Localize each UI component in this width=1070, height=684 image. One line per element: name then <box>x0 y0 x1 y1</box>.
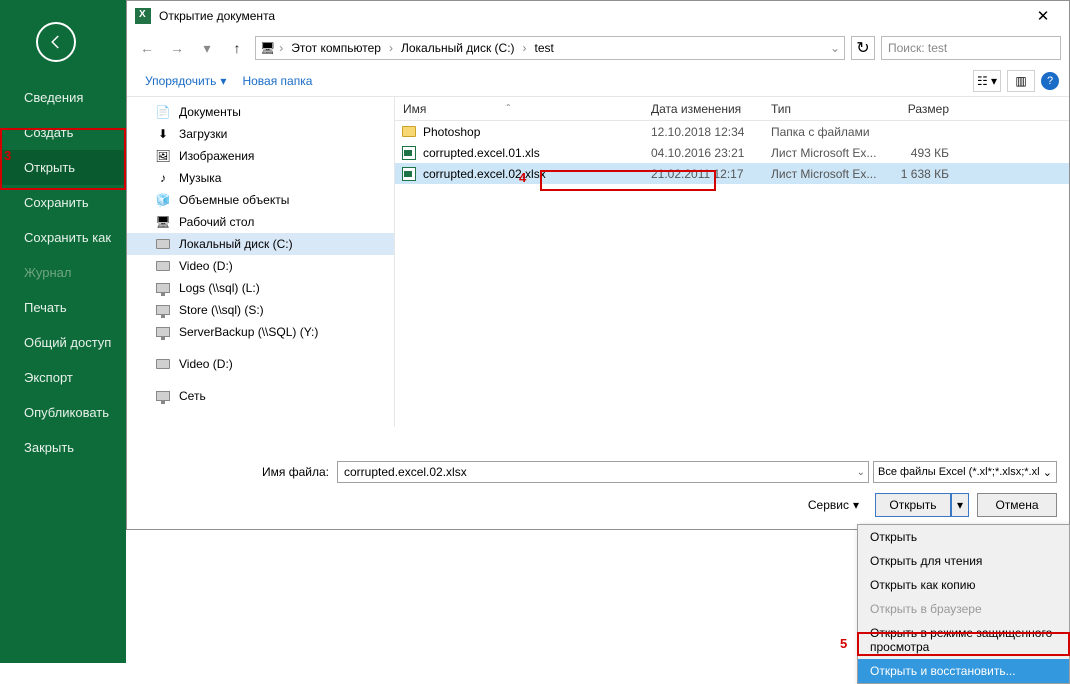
tree-item[interactable]: ⬇Загрузки <box>127 123 394 145</box>
open-dropdown-menu: ОткрытьОткрыть для чтенияОткрыть как коп… <box>857 524 1070 684</box>
tree-item[interactable]: Video (D:) <box>127 255 394 277</box>
tree-item[interactable]: ServerBackup (\\SQL) (Y:) <box>127 321 394 343</box>
refresh-button[interactable]: ↻ <box>851 36 875 60</box>
backstage-item: Журнал <box>0 255 126 290</box>
open-file-dialog: Открытие документа ✕ ← → ▾ ↑ 🖥 › Этот ко… <box>126 0 1070 530</box>
view-mode-button[interactable]: ☷ ▾ <box>973 70 1001 92</box>
backstage-item[interactable]: Сохранить как <box>0 220 126 255</box>
backstage-item[interactable]: Закрыть <box>0 430 126 465</box>
col-date-header[interactable]: Дата изменения <box>643 102 763 116</box>
music-icon: ♪ <box>155 170 171 186</box>
dropdown-item: Открыть в браузере <box>858 597 1069 621</box>
open-button[interactable]: Открыть <box>875 493 951 517</box>
open-split-button[interactable]: ▾ <box>951 493 969 517</box>
backstage-item[interactable]: Создать <box>0 115 126 150</box>
dialog-title: Открытие документа <box>159 9 275 23</box>
img-icon: 🖼 <box>155 148 171 164</box>
folder-icon <box>401 124 417 140</box>
backstage-item[interactable]: Открыть <box>0 150 126 185</box>
folder-tree[interactable]: 📄Документы⬇Загрузки🖼Изображения♪Музыка🧊О… <box>127 97 395 427</box>
backstage-item[interactable]: Сохранить <box>0 185 126 220</box>
drive-icon <box>155 258 171 274</box>
breadcrumb-seg[interactable]: Этот компьютер <box>287 39 385 57</box>
dialog-titlebar: Открытие документа ✕ <box>127 1 1069 31</box>
desk-icon: 🖥 <box>155 214 171 230</box>
net-icon <box>155 280 171 296</box>
tree-item[interactable]: Store (\\sql) (S:) <box>127 299 394 321</box>
nav-back-button[interactable]: ← <box>135 36 159 60</box>
col-size-header[interactable]: Размер <box>881 102 957 116</box>
preview-pane-button[interactable]: ▥ <box>1007 70 1035 92</box>
breadcrumb-seg[interactable]: Локальный диск (C:) <box>397 39 519 57</box>
chevron-down-icon: ▾ <box>220 74 226 88</box>
dropdown-item[interactable]: Открыть <box>858 525 1069 549</box>
annotation-number-3: 3 <box>4 148 11 163</box>
chevron-down-icon: ▾ <box>853 498 859 512</box>
backstage-item[interactable]: Общий доступ <box>0 325 126 360</box>
col-type-header[interactable]: Тип <box>763 102 881 116</box>
close-button[interactable]: ✕ <box>1023 2 1063 30</box>
tree-item[interactable]: ♪Музыка <box>127 167 394 189</box>
tree-item[interactable]: 🖥Рабочий стол <box>127 211 394 233</box>
backstage-item[interactable]: Опубликовать <box>0 395 126 430</box>
net-icon <box>155 388 171 404</box>
docs-icon: 📄 <box>155 104 171 120</box>
organize-button[interactable]: Упорядочить▾ <box>137 70 234 92</box>
cancel-button[interactable]: Отмена <box>977 493 1057 517</box>
breadcrumb-bar[interactable]: 🖥 › Этот компьютер › Локальный диск (C:)… <box>255 36 845 60</box>
down-icon: ⬇ <box>155 126 171 142</box>
sort-indicator-icon: ˆ <box>506 102 510 116</box>
breadcrumb-dropdown-icon[interactable]: ⌄ <box>830 41 840 55</box>
file-list: Photoshop12.10.2018 12:34Папка с файлами… <box>395 121 1069 184</box>
nav-up-button[interactable]: ↑ <box>225 36 249 60</box>
col-name-header[interactable]: Имя <box>403 102 426 116</box>
chevron-right-icon: › <box>387 41 395 55</box>
tools-button[interactable]: Сервис▾ <box>800 494 867 516</box>
chevron-down-icon: ⌄ <box>1043 466 1052 479</box>
annotation-number-4: 4 <box>519 170 526 185</box>
dropdown-item[interactable]: Открыть как копию <box>858 573 1069 597</box>
tree-item[interactable]: Video (D:) <box>127 353 394 375</box>
file-row[interactable]: corrupted.excel.01.xls04.10.2016 23:21Ли… <box>395 142 1069 163</box>
filename-input[interactable] <box>337 461 869 483</box>
tree-item[interactable]: Локальный диск (C:) <box>127 233 394 255</box>
nav-forward-button[interactable]: → <box>165 36 189 60</box>
new-folder-button[interactable]: Новая папка <box>234 70 320 92</box>
breadcrumb-root-icon: 🖥 <box>260 41 275 55</box>
xls-icon <box>401 145 417 161</box>
file-row[interactable]: Photoshop12.10.2018 12:34Папка с файлами <box>395 121 1069 142</box>
drive-icon <box>155 356 171 372</box>
backstage-item[interactable]: Печать <box>0 290 126 325</box>
tree-item[interactable]: 🧊Объемные объекты <box>127 189 394 211</box>
breadcrumb-seg[interactable]: test <box>531 39 558 57</box>
filetype-select[interactable]: Все файлы Excel (*.xl*;*.xlsx;*.xl⌄ <box>873 461 1057 483</box>
3d-icon: 🧊 <box>155 192 171 208</box>
chevron-right-icon: › <box>521 41 529 55</box>
back-button[interactable] <box>36 22 76 62</box>
tree-item[interactable]: 📄Документы <box>127 101 394 123</box>
net-icon <box>155 302 171 318</box>
filename-label: Имя файла: <box>139 465 329 479</box>
dropdown-item[interactable]: Открыть для чтения <box>858 549 1069 573</box>
backstage-item[interactable]: Экспорт <box>0 360 126 395</box>
backstage-item[interactable]: Сведения <box>0 80 126 115</box>
excel-backstage-sidebar: СведенияСоздатьОткрытьСохранитьСохранить… <box>0 0 126 663</box>
file-row[interactable]: corrupted.excel.02.xlsx21.02.2011 12:17Л… <box>395 163 1069 184</box>
xls-icon <box>401 166 417 182</box>
tree-item[interactable]: Logs (\\sql) (L:) <box>127 277 394 299</box>
nav-recent-button[interactable]: ▾ <box>195 36 219 60</box>
search-input[interactable]: Поиск: test <box>881 36 1061 60</box>
filename-dropdown-icon[interactable]: ⌄ <box>857 467 865 478</box>
drive-icon <box>155 236 171 252</box>
help-button[interactable]: ? <box>1041 72 1059 90</box>
tree-item[interactable]: 🖼Изображения <box>127 145 394 167</box>
column-headers[interactable]: Имя ˆ Дата изменения Тип Размер <box>395 97 1069 121</box>
annotation-number-5: 5 <box>840 636 847 651</box>
dropdown-item[interactable]: Открыть в режиме защищенного просмотра <box>858 621 1069 659</box>
tree-item[interactable]: Сеть <box>127 385 394 407</box>
net-icon <box>155 324 171 340</box>
chevron-right-icon: › <box>277 41 285 55</box>
excel-icon <box>135 8 151 24</box>
